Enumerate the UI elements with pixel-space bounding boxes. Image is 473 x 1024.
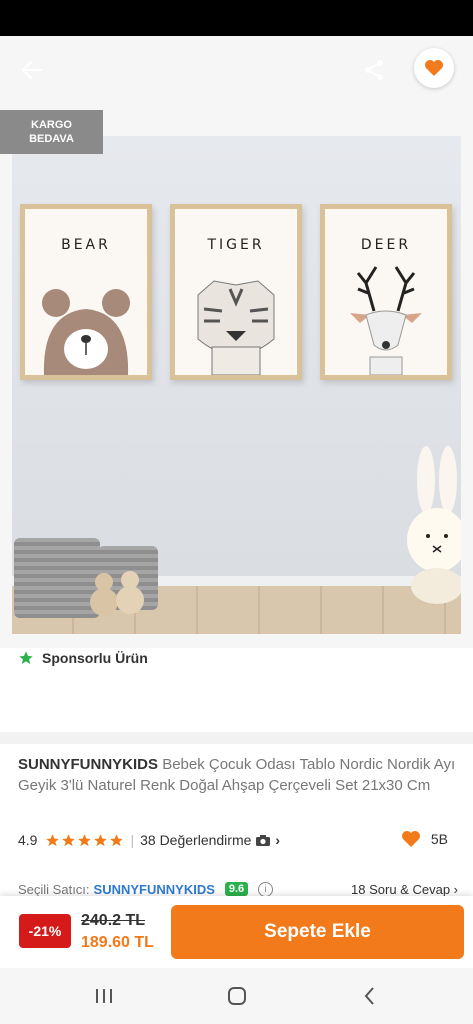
reviews-count: 38 Değerlendirme bbox=[140, 832, 252, 848]
heart-icon bbox=[401, 831, 420, 847]
free-shipping-badge: KARGO BEDAVA bbox=[0, 110, 103, 154]
like-button[interactable]: 5B bbox=[401, 830, 448, 848]
status-bar bbox=[0, 0, 473, 36]
chevron-right-icon: › bbox=[275, 832, 281, 848]
rating-row: 4.9 | 38 Değerlendirme › 5B bbox=[18, 830, 458, 850]
product-image[interactable]: BEAR TIGER DEER KARGO BEDAVA bbox=[0, 36, 473, 648]
sponsored-text: Sponsorlu Ürün bbox=[42, 650, 148, 666]
share-icon bbox=[365, 60, 383, 80]
like-count: 5B bbox=[430, 831, 448, 847]
section-divider bbox=[0, 732, 473, 744]
sponsored-label: Sponsorlu Ürün bbox=[18, 648, 148, 668]
frame-bear: BEAR bbox=[20, 204, 152, 380]
rating-stars bbox=[45, 833, 124, 848]
recent-apps-icon bbox=[96, 989, 112, 1003]
old-price: 240.2 TL bbox=[81, 912, 146, 929]
seller-score-badge: 9.6 bbox=[224, 882, 249, 896]
frame-tiger: TIGER bbox=[170, 204, 302, 380]
recent-apps-button[interactable] bbox=[90, 982, 118, 1010]
star-icon bbox=[78, 833, 92, 846]
discount-badge: -21% bbox=[19, 914, 71, 948]
info-icon[interactable]: i bbox=[258, 881, 274, 897]
rating-score: 4.9 bbox=[18, 832, 38, 848]
product-detail-screen: BEAR TIGER DEER KARGO BEDAVA Sponsorlu Ü… bbox=[0, 0, 473, 1024]
separator: | bbox=[130, 832, 135, 848]
questions-link[interactable]: 18 Soru & Cevap › bbox=[351, 882, 458, 897]
system-nav-bar bbox=[0, 968, 473, 1024]
share-button[interactable] bbox=[356, 52, 392, 88]
heart-icon bbox=[425, 60, 443, 76]
frame-deer: DEER bbox=[320, 204, 452, 380]
star-icon bbox=[110, 833, 124, 846]
frame-label-deer: DEER bbox=[360, 237, 412, 253]
seller-name-link[interactable]: SUNNYFUNNYKIDS bbox=[94, 882, 215, 897]
back-icon bbox=[364, 987, 374, 1005]
new-price: 189.60 TL bbox=[81, 934, 154, 951]
star-icon bbox=[94, 833, 108, 846]
star-icon bbox=[46, 833, 60, 846]
system-back-button[interactable] bbox=[356, 982, 384, 1010]
product-title: SUNNYFUNNYKIDS Bebek Çocuk Odası Tablo N… bbox=[18, 754, 458, 796]
frame-label-tiger: TIGER bbox=[207, 237, 265, 253]
seller-label: Seçili Satıcı: bbox=[18, 881, 90, 897]
bunny-lamp-icon bbox=[407, 446, 461, 604]
star-icon bbox=[19, 651, 33, 664]
home-icon bbox=[228, 987, 246, 1005]
frame-label-bear: BEAR bbox=[61, 237, 111, 253]
product-photo: BEAR TIGER DEER bbox=[12, 136, 461, 634]
reviews-link[interactable]: 38 Değerlendirme › bbox=[140, 832, 280, 848]
home-button[interactable] bbox=[223, 982, 251, 1010]
product-brand[interactable]: SUNNYFUNNYKIDS bbox=[18, 756, 158, 773]
toy-deer-icon bbox=[90, 571, 144, 616]
bear-icon bbox=[42, 289, 130, 375]
arrow-left-icon bbox=[21, 60, 43, 80]
back-button[interactable] bbox=[14, 52, 50, 88]
tiger-icon bbox=[197, 280, 275, 375]
deer-icon bbox=[350, 266, 422, 375]
add-to-cart-bar: -21% 240.2 TL 189.60 TL Sepete Ekle bbox=[0, 896, 473, 968]
add-to-cart-button[interactable]: Sepete Ekle bbox=[171, 905, 464, 959]
star-icon bbox=[62, 833, 76, 846]
favorite-button[interactable] bbox=[414, 48, 454, 88]
camera-icon bbox=[256, 834, 271, 846]
